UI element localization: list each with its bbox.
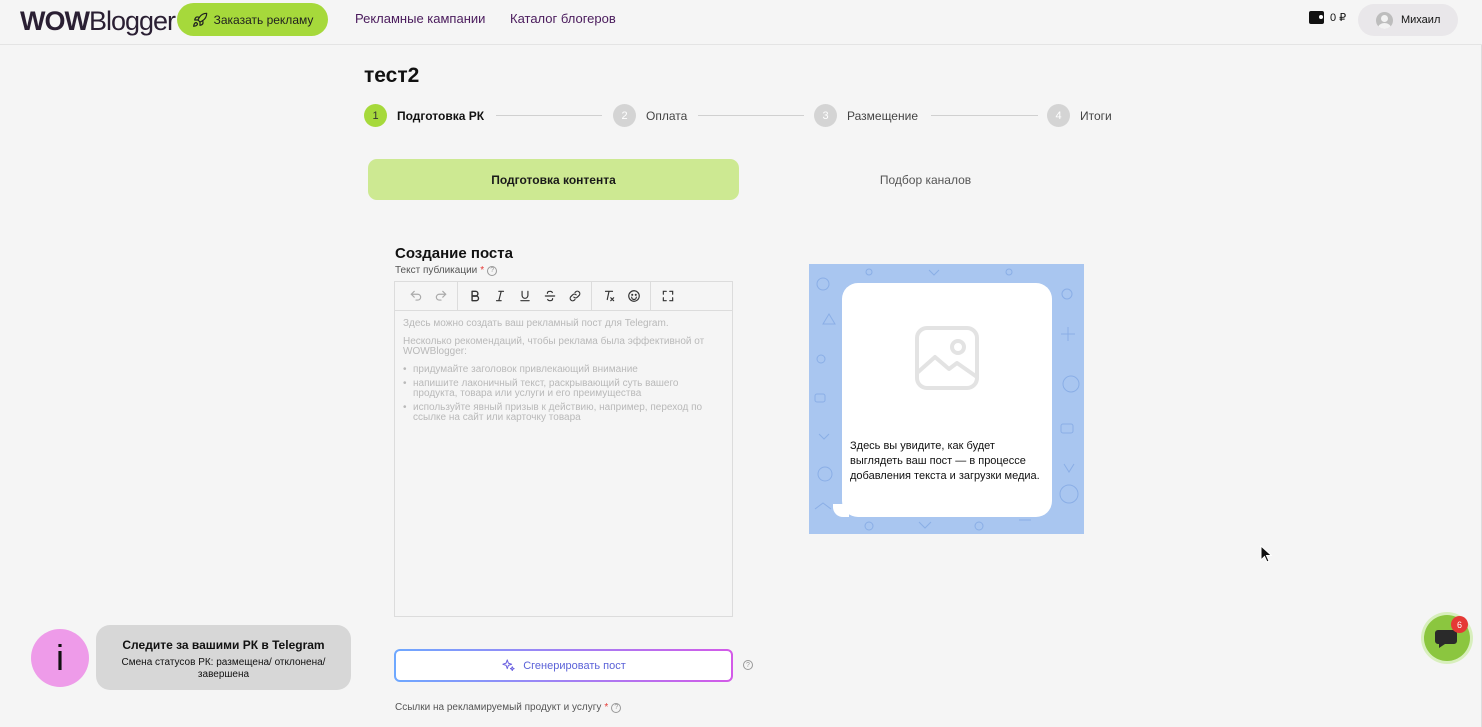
placeholder-intro: Здесь можно создать ваш рекламный пост д… <box>403 318 669 329</box>
chat-unread-badge: 6 <box>1451 616 1468 633</box>
link-icon[interactable] <box>562 284 587 308</box>
sparkle-icon <box>502 659 515 671</box>
step-number: 3 <box>814 104 837 127</box>
list-item: придумайте заголовок привлекающий вниман… <box>403 365 724 376</box>
rocket-icon <box>192 12 207 27</box>
view-group <box>651 282 684 311</box>
format-group <box>458 281 592 311</box>
extra-group <box>592 281 651 311</box>
undo-icon[interactable] <box>403 284 428 308</box>
history-group <box>399 281 458 311</box>
strikethrough-icon[interactable] <box>537 284 562 308</box>
editor-toolbar <box>395 281 732 311</box>
links-label: Ссылки на рекламируемый продукт и услугу… <box>395 702 622 713</box>
avatar <box>1376 11 1393 29</box>
nav-bloggers-catalog[interactable]: Каталог блогеров <box>510 11 616 26</box>
label-text: Ссылки на рекламируемый продукт и услугу <box>395 702 602 713</box>
step-preparation[interactable]: 1 Подготовка РК <box>364 104 484 127</box>
label-text: Текст публикации <box>395 265 478 276</box>
image-placeholder-icon <box>915 326 979 390</box>
logo-blogger: Blogger <box>88 6 176 36</box>
list-item: используйте явный призыв к действию, нап… <box>403 403 724 423</box>
help-icon[interactable]: ? <box>487 265 498 276</box>
tab-content-preparation[interactable]: Подготовка контента <box>368 159 739 200</box>
placeholder-recommendations: Несколько рекомендаций, чтобы реклама бы… <box>403 336 705 357</box>
placeholder-list: придумайте заголовок привлекающий вниман… <box>403 365 724 423</box>
step-label: Оплата <box>646 108 688 123</box>
help-icon[interactable]: ? <box>611 702 622 713</box>
fullscreen-icon[interactable] <box>655 284 680 308</box>
post-preview: Здесь вы увидите, как будет выглядеть ва… <box>809 264 1084 534</box>
step-placement[interactable]: 3 Размещение <box>814 104 918 127</box>
top-header: WOWBlogger Заказать рекламу Рекламные ка… <box>0 0 1482 45</box>
editor-placeholder[interactable]: Здесь можно создать ваш рекламный пост д… <box>395 311 732 435</box>
required-mark: * <box>480 265 485 276</box>
logo[interactable]: WOWBlogger <box>20 6 176 37</box>
info-icon[interactable]: i <box>31 629 89 687</box>
preview-text: Здесь вы увидите, как будет выглядеть ва… <box>850 440 1040 482</box>
italic-icon[interactable] <box>487 284 512 308</box>
notice-text: Смена статусов РК: размещена/ отклонена/… <box>121 657 326 680</box>
required-mark: * <box>604 702 609 713</box>
step-payment[interactable]: 2 Оплата <box>613 104 687 127</box>
user-menu-button[interactable]: Михаил <box>1358 4 1458 36</box>
telegram-notice-card[interactable]: Следите за вашими РК в Telegram Смена ст… <box>96 625 351 690</box>
bold-icon[interactable] <box>462 284 487 308</box>
nav-campaigns[interactable]: Рекламные кампании <box>355 11 485 26</box>
mouse-cursor-icon <box>1260 545 1272 563</box>
generate-post-label: Сгенерировать пост <box>523 659 626 672</box>
step-number: 4 <box>1047 104 1070 127</box>
step-label: Подготовка РК <box>397 108 485 123</box>
generate-help-icon[interactable]: ? <box>743 660 753 670</box>
emoji-icon[interactable] <box>621 284 646 308</box>
generate-post-button[interactable]: Сгенерировать пост <box>394 649 733 682</box>
underline-icon[interactable] <box>512 284 537 308</box>
notice-title: Следите за вашими РК в Telegram <box>122 638 325 652</box>
step-label: Итоги <box>1080 108 1112 123</box>
tab-channel-selection[interactable]: Подбор каналов <box>740 159 1111 200</box>
redo-icon[interactable] <box>428 284 453 308</box>
list-item: напишите лаконичный текст, раскрывающий … <box>403 379 724 399</box>
step-label: Размещение <box>847 108 918 123</box>
section-title: Создание поста <box>395 245 513 262</box>
balance-value: 0 ₽ <box>1330 12 1347 24</box>
page-title: тест2 <box>364 64 420 87</box>
campaign-stepper: 1 Подготовка РК 2 Оплата 3 Размещение 4 … <box>364 104 1124 128</box>
clear-format-icon[interactable] <box>596 284 621 308</box>
logo-wow: WOW <box>20 6 90 36</box>
user-name: Михаил <box>1401 14 1441 26</box>
step-number: 1 <box>364 104 387 127</box>
wallet-icon <box>1309 11 1324 24</box>
step-results[interactable]: 4 Итоги <box>1047 104 1112 127</box>
order-ad-button[interactable]: Заказать рекламу <box>177 3 328 36</box>
post-text-editor[interactable]: Здесь можно создать ваш рекламный пост д… <box>394 281 733 617</box>
wallet-balance[interactable]: 0 ₽ <box>1309 11 1346 24</box>
publication-text-label: Текст публикации * ? <box>395 265 498 276</box>
preview-bubble: Здесь вы увидите, как будет выглядеть ва… <box>842 283 1052 517</box>
step-connector <box>496 115 602 116</box>
order-ad-label: Заказать рекламу <box>213 12 314 27</box>
step-connector <box>931 115 1038 116</box>
step-connector <box>698 115 804 116</box>
step-number: 2 <box>613 104 636 127</box>
